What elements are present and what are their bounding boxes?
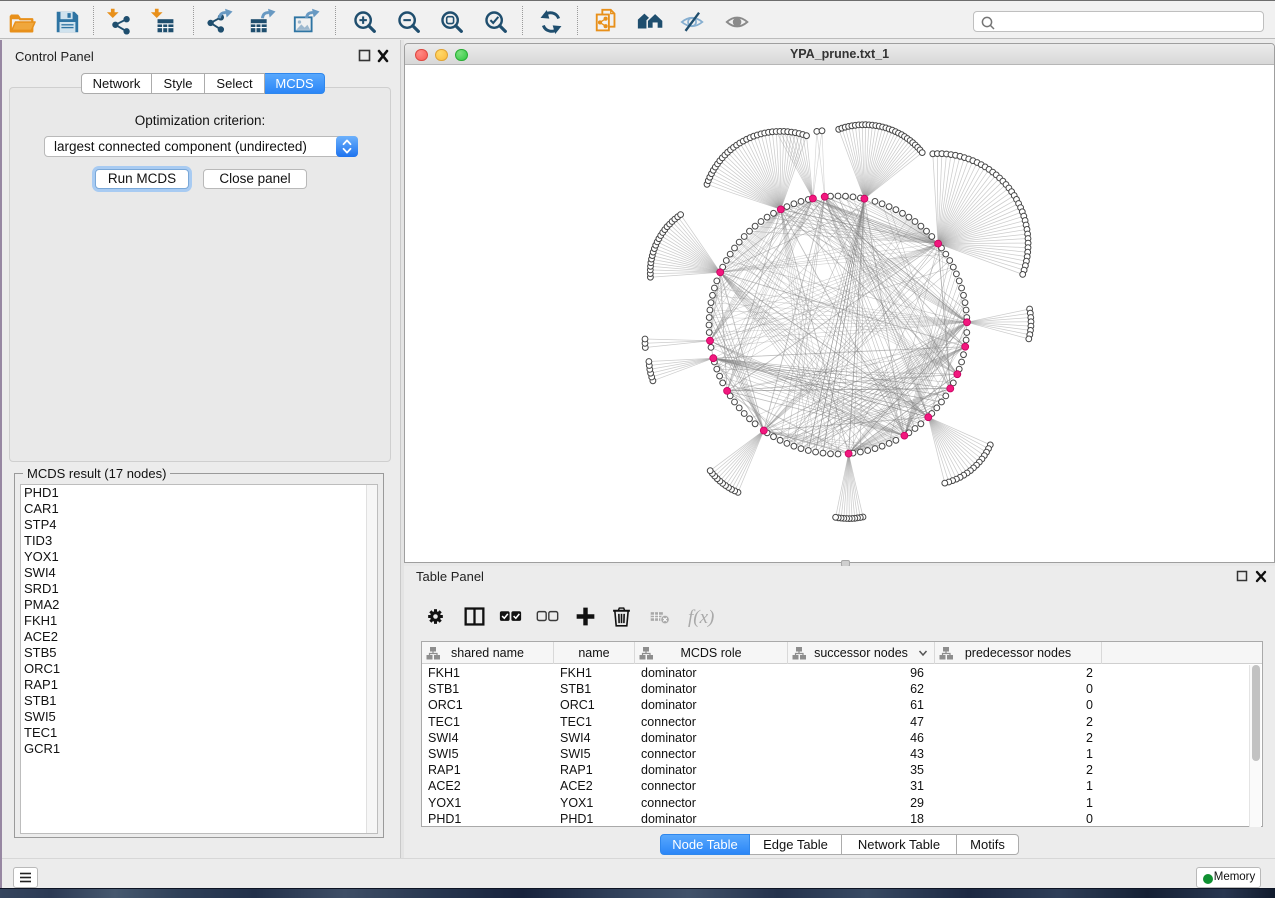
- svg-text:f(x): f(x): [688, 607, 714, 628]
